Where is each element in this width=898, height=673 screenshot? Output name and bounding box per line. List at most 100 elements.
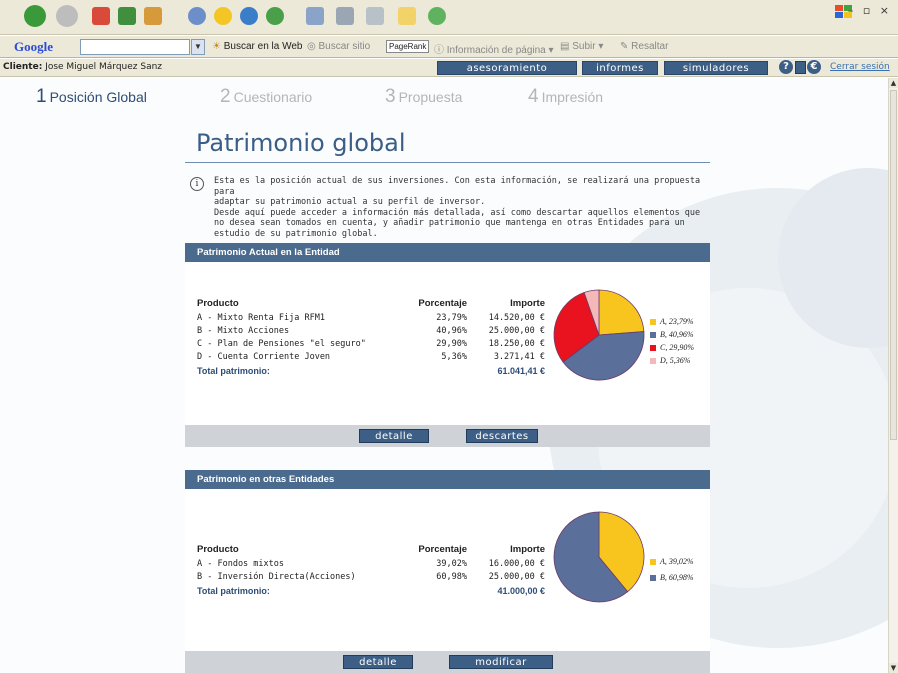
- legend-swatch: [650, 332, 656, 339]
- legend-swatch: [650, 358, 656, 365]
- nav-simuladores-button[interactable]: simuladores: [664, 61, 768, 75]
- logout-link[interactable]: Cerrar sesión: [830, 62, 890, 72]
- panel-footer-entidad: detalle descartes: [185, 425, 710, 447]
- legend-item: C, 29,90%: [650, 343, 694, 355]
- step-label: Posición Global: [49, 89, 147, 105]
- search-icon[interactable]: [188, 7, 206, 25]
- modificar-button[interactable]: modificar: [449, 655, 553, 669]
- panel-footer-otras: detalle modificar: [185, 651, 710, 673]
- panel-header-entidad: Patrimonio Actual en la Entidad: [185, 243, 710, 262]
- up-button[interactable]: ▤ Subir ▾: [560, 41, 603, 52]
- folder-icon[interactable]: [398, 7, 416, 25]
- search-web-button[interactable]: ☀ Buscar en la Web: [212, 41, 303, 52]
- pie-slice-a: [598, 289, 645, 336]
- google-search-input[interactable]: [80, 39, 190, 55]
- header-importe: Importe: [510, 544, 545, 555]
- scroll-thumb[interactable]: [890, 90, 897, 440]
- step-cuestionario[interactable]: 2 Cuestionario: [220, 86, 312, 108]
- legend-swatch: [650, 575, 656, 582]
- nav-asesoramiento-button[interactable]: asesoramiento: [437, 61, 577, 75]
- table-row[interactable]: D - Cuenta Corriente Joven 5,36% 3.271,4…: [197, 352, 557, 364]
- row-amount: 25.000,00 €: [488, 572, 545, 582]
- legend-item: D, 5,36%: [650, 356, 690, 368]
- search-site-icon: ◎: [307, 41, 316, 52]
- help-icon[interactable]: ?: [779, 60, 793, 74]
- page-info-button[interactable]: ⓘ Información de página ▾: [434, 41, 554, 56]
- row-amount: 14.520,00 €: [488, 313, 545, 323]
- legend-label: A, 39,02%: [660, 557, 694, 566]
- mail-icon[interactable]: [306, 7, 324, 25]
- search-site-label: Buscar sitio: [318, 41, 371, 52]
- client-label: Cliente:: [3, 62, 43, 72]
- highlighter-icon: ✎: [620, 41, 629, 52]
- wizard-steps: 1 Posición Global 2 Cuestionario 3 Propuest…: [0, 86, 888, 112]
- back-icon[interactable]: [24, 5, 46, 27]
- row-product: C - Plan de Pensiones "el seguro": [197, 339, 366, 349]
- table-row[interactable]: A - Fondos mixtos 39,02% 16.000,00 €: [197, 559, 557, 571]
- messenger-icon[interactable]: [428, 7, 446, 25]
- row-product: B - Inversión Directa(Acciones): [197, 572, 356, 582]
- detalle-button[interactable]: detalle: [359, 429, 429, 443]
- stop-icon[interactable]: [92, 7, 110, 25]
- media-icon[interactable]: [240, 7, 258, 25]
- legend-label: C, 29,90%: [660, 343, 694, 352]
- row-product: B - Mixto Acciones: [197, 326, 290, 336]
- info-icon: ⓘ: [434, 45, 444, 56]
- table-total: Total patrimonio: 61.041,41 €: [197, 366, 557, 378]
- step-label: Cuestionario: [233, 89, 313, 105]
- print-icon[interactable]: [336, 7, 354, 25]
- legend-item: A, 23,79%: [650, 317, 694, 329]
- step-propuesta[interactable]: 3 Propuesta: [385, 86, 462, 108]
- legend-item: B, 40,96%: [650, 330, 694, 342]
- edit-icon[interactable]: [366, 7, 384, 25]
- nav-informes-button[interactable]: informes: [582, 61, 658, 75]
- scroll-up-icon[interactable]: ▲: [889, 78, 898, 88]
- chevron-down-icon[interactable]: ▼: [191, 39, 205, 55]
- intro-line: adaptar su patrimonio actual a su perfil…: [214, 197, 486, 207]
- legend-label: B, 60,98%: [660, 573, 694, 582]
- step-posicion-global[interactable]: 1 Posición Global: [36, 86, 147, 108]
- header-porcentaje: Porcentaje: [418, 298, 467, 309]
- forward-icon[interactable]: [56, 5, 78, 27]
- table-row[interactable]: A - Mixto Renta Fija RFM1 23,79% 14.520,…: [197, 313, 557, 325]
- binoculars-icon: ☀: [212, 41, 221, 52]
- step-impresion[interactable]: 4 Impresión: [528, 86, 603, 108]
- folder-up-icon: ▤: [560, 41, 570, 52]
- row-product: A - Mixto Renta Fija RFM1: [197, 313, 325, 323]
- euro-icon[interactable]: €: [807, 60, 821, 74]
- legend-swatch: [650, 559, 656, 566]
- panel-header-otras: Patrimonio en otras Entidades: [185, 470, 710, 489]
- detalle-button[interactable]: detalle: [343, 655, 413, 669]
- legend-swatch: [650, 345, 656, 352]
- page-info-label: Información de página: [446, 45, 546, 56]
- row-amount: 16.000,00 €: [488, 559, 545, 569]
- pie-chart-entidad: [553, 289, 645, 381]
- calculator-icon[interactable]: [795, 61, 806, 74]
- page-title: Patrimonio global: [196, 129, 406, 157]
- favorites-icon[interactable]: [214, 7, 232, 25]
- table-header: Producto Porcentaje Importe: [197, 544, 557, 556]
- total-label: Total patrimonio:: [197, 586, 270, 596]
- history-icon[interactable]: [266, 7, 284, 25]
- window-controls[interactable]: – ▫ ×: [848, 4, 892, 17]
- row-percentage: 60,98%: [436, 572, 467, 582]
- scroll-down-icon[interactable]: ▼: [889, 663, 898, 673]
- table-row[interactable]: B - Mixto Acciones 40,96% 25.000,00 €: [197, 326, 557, 338]
- home-icon[interactable]: [144, 7, 162, 25]
- info-icon: i: [190, 177, 204, 191]
- descartes-button[interactable]: descartes: [466, 429, 538, 443]
- google-logo[interactable]: Google: [14, 39, 53, 55]
- table-row[interactable]: C - Plan de Pensiones "el seguro" 29,90%…: [197, 339, 557, 351]
- row-amount: 3.271,41 €: [493, 352, 545, 362]
- intro-line: no desea sean tomados en cuenta, y añadi…: [214, 218, 685, 228]
- table-row[interactable]: B - Inversión Directa(Acciones) 60,98% 2…: [197, 572, 557, 584]
- legend-label: A, 23,79%: [660, 317, 694, 326]
- step-number: 3: [385, 86, 396, 107]
- search-site-button[interactable]: ◎ Buscar sitio: [307, 41, 370, 52]
- refresh-icon[interactable]: [118, 7, 136, 25]
- row-percentage: 39,02%: [436, 559, 467, 569]
- legend-item: A, 39,02%: [650, 557, 694, 569]
- highlight-button[interactable]: ✎ Resaltar: [620, 41, 668, 52]
- vertical-scrollbar[interactable]: ▲ ▼: [888, 78, 898, 673]
- row-percentage: 23,79%: [436, 313, 467, 323]
